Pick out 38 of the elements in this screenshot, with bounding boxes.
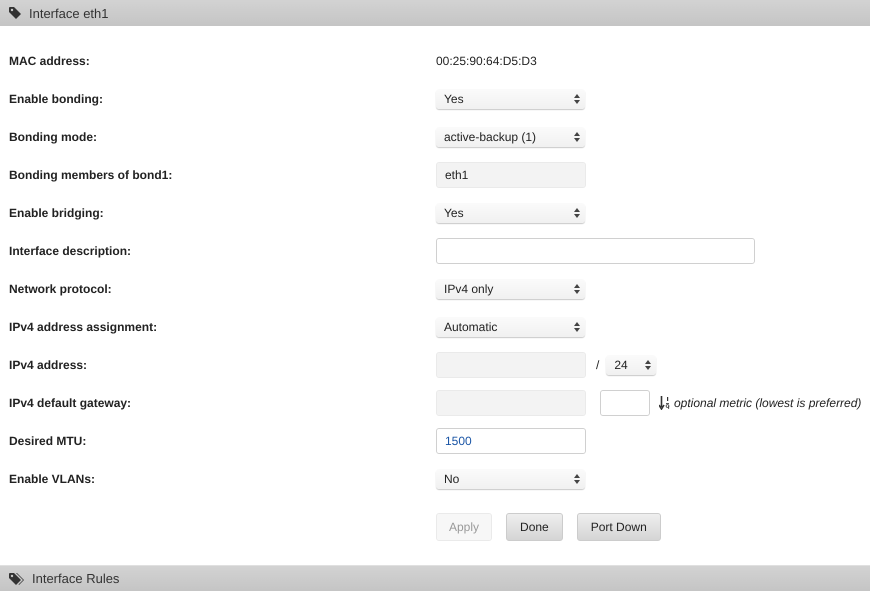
sort-arrows-icon [574,132,580,142]
field-label: IPv4 address: [8,358,88,372]
action-button[interactable]: Done [506,513,563,541]
field-label: IPv4 default gateway: [8,396,132,410]
sort-arrows-icon [574,284,580,294]
select-field[interactable]: Yes [436,89,585,109]
sort-arrows-icon [574,474,580,484]
input-field[interactable] [436,238,755,264]
select-field[interactable]: No [436,469,585,489]
tag-icon [9,7,21,19]
hint-text: optional metric (lowest is preferred) [674,396,862,410]
field-label: Network protocol: [8,282,113,296]
action-button[interactable]: Port Down [576,513,661,541]
field-label: Bonding mode: [8,130,98,144]
metric-field[interactable] [600,390,650,416]
field-value: 00:25:90:64:D5:D3 [436,54,537,68]
field-label: Enable bonding: [8,92,104,106]
separator-slash: / [596,358,600,372]
field-label: IPv4 address assignment: [8,320,158,334]
sort-arrows-icon [574,322,580,332]
sort-numeric-icon [659,396,671,410]
panel-title: Interface eth1 [29,6,108,20]
field-label: Desired MTU: [8,434,88,448]
sort-arrows-icon [574,94,580,104]
sort-arrows-icon [645,360,652,370]
field-label: Bonding members of bond1: [8,168,174,182]
field-label: Enable bridging: [8,206,105,220]
panel-title: Interface Rules [32,571,120,586]
select-field[interactable]: IPv4 only [436,279,585,299]
sort-arrows-icon [574,208,580,218]
select-field[interactable]: active-backup (1) [436,127,585,147]
input-field[interactable]: 1500 [436,428,586,454]
field-label: Interface description: [8,244,132,258]
field-label: Enable VLANs: [8,472,96,486]
select-field[interactable]: Automatic [436,317,585,337]
tags-icon [9,572,24,584]
select-field[interactable]: Yes [436,203,585,223]
field-label: MAC address: [8,54,91,68]
